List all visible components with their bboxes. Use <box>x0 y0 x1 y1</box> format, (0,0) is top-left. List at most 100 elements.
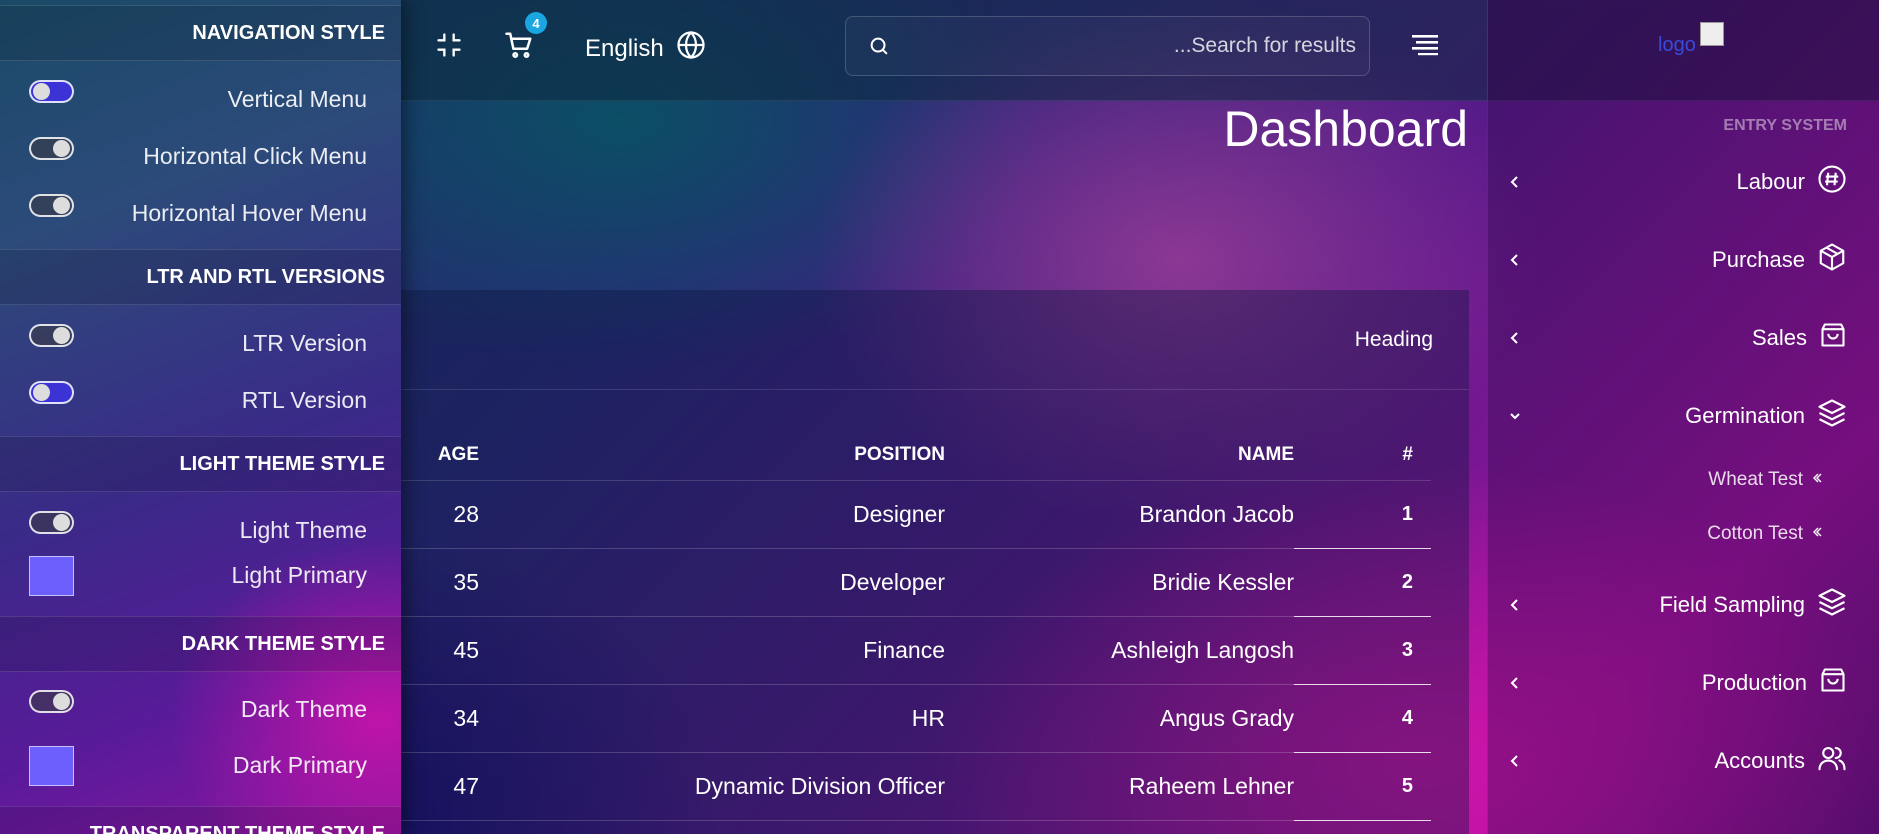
cell-number: 1 <box>1294 480 1431 549</box>
light-primary-color-swatch[interactable] <box>29 556 74 596</box>
chevron-left-icon <box>1507 326 1523 356</box>
table-row: 34 HR Angus Grady 4 <box>401 684 1431 753</box>
cell-position: Developer <box>479 548 945 617</box>
dark-theme-option: Dark Theme <box>0 690 401 730</box>
language-selector[interactable]: English <box>585 30 706 67</box>
search-icon[interactable] <box>868 35 890 62</box>
layers-icon <box>1817 398 1847 434</box>
shopping-bag-icon <box>1819 321 1847 355</box>
sidebar-section-title: ENTRY SYSTEM <box>1723 117 1847 134</box>
light-primary-option: Light Primary <box>0 556 401 596</box>
sidebar-item-sales[interactable]: Sales <box>1507 318 1847 358</box>
cell-name: Brandon Jacob <box>945 480 1294 549</box>
search-input[interactable] <box>896 17 1356 75</box>
card-heading: Heading <box>1354 327 1433 351</box>
sidebar-item-field-sampling[interactable]: Field Sampling <box>1507 585 1847 625</box>
toggle-knob <box>33 83 50 100</box>
users-icon <box>1817 743 1847 779</box>
cart-count-badge: 4 <box>525 12 547 34</box>
vertical-menu-toggle[interactable] <box>29 80 74 103</box>
shopping-bag-icon <box>1819 666 1847 700</box>
transparent-theme-heading: TRANSPARENT THEME STYLE <box>0 806 401 834</box>
menu-toggle-icon[interactable] <box>1410 32 1440 61</box>
sidebar-item-label: Production <box>1701 670 1807 695</box>
sidebar-logo-bar: logo <box>1488 0 1879 101</box>
light-theme-heading: LIGHT THEME STYLE <box>0 436 401 492</box>
sidebar-subitem-cotton-test[interactable]: Cotton Test <box>1707 523 1823 545</box>
search-box <box>845 16 1370 76</box>
sidebar-item-label: Accounts <box>1714 748 1806 773</box>
sidebar-item-label: Sales <box>1751 325 1807 350</box>
cell-number: 3 <box>1294 616 1431 685</box>
cell-name: Ashleigh Langosh <box>945 616 1294 685</box>
cell-number: 2 <box>1294 548 1431 617</box>
rtl-version-option: RTL Version <box>0 381 401 421</box>
fullscreen-exit-icon[interactable] <box>434 30 464 60</box>
sidebar-item-purchase[interactable]: Purchase <box>1507 240 1847 280</box>
sidebar-item-labour[interactable]: Labour <box>1507 162 1847 202</box>
dark-theme-label: Dark Theme <box>240 696 367 722</box>
cell-age: 34 <box>401 684 479 753</box>
cell-age: 35 <box>401 548 479 617</box>
cell-name: Bridie Kessler <box>945 548 1294 617</box>
sidebar-subitem-label: Wheat Test <box>1708 469 1803 490</box>
sidebar-item-label: Germination <box>1685 403 1805 428</box>
navigation-style-heading: NAVIGATION STYLE <box>0 5 401 61</box>
chevron-left-icon <box>1507 593 1523 623</box>
toggle-knob <box>53 514 70 531</box>
toggle-knob <box>53 693 70 710</box>
sidebar-item-accounts[interactable]: Accounts <box>1507 741 1847 781</box>
table-row: 35 Developer Bridie Kessler 2 <box>401 548 1431 617</box>
rtl-version-label: RTL Version <box>241 387 367 413</box>
sidebar-subitem-wheat-test[interactable]: Wheat Test <box>1708 469 1823 491</box>
dark-theme-toggle[interactable] <box>29 690 74 713</box>
ltr-version-toggle[interactable] <box>29 324 74 347</box>
table-header-row: AGE POSITION NAME # <box>401 430 1431 481</box>
cell-number: 5 <box>1294 752 1431 821</box>
horizontal-click-menu-toggle[interactable] <box>29 137 74 160</box>
column-header-number[interactable]: # <box>1294 430 1431 481</box>
cell-position: Dynamic Division Officer <box>479 752 945 821</box>
cart-icon[interactable] <box>504 30 534 60</box>
toggle-knob <box>33 384 50 401</box>
horizontal-hover-menu-toggle[interactable] <box>29 194 74 217</box>
light-theme-toggle[interactable] <box>29 511 74 534</box>
chevron-down-icon <box>1507 404 1523 434</box>
theme-switcher-panel: NAVIGATION STYLE Vertical Menu Horizonta… <box>0 0 401 834</box>
column-header-age[interactable]: AGE <box>401 430 479 481</box>
column-header-position[interactable]: POSITION <box>479 430 945 481</box>
vertical-menu-label: Vertical Menu <box>227 86 367 112</box>
toggle-knob <box>53 140 70 157</box>
sidebar-item-label: Labour <box>1736 169 1805 194</box>
light-theme-label: Light Theme <box>239 517 367 543</box>
dark-primary-color-swatch[interactable] <box>29 746 74 786</box>
cell-age: 28 <box>401 480 479 549</box>
cell-position: HR <box>479 684 945 753</box>
logo[interactable]: logo <box>1658 34 1696 57</box>
rtl-version-toggle[interactable] <box>29 381 74 404</box>
cell-age: 45 <box>401 616 479 685</box>
layers-icon <box>1817 587 1847 623</box>
cell-number: 4 <box>1294 684 1431 753</box>
chevron-left-icon <box>1507 248 1523 278</box>
cell-name: Angus Grady <box>945 684 1294 753</box>
toggle-knob <box>53 327 70 344</box>
sidebar-item-germination[interactable]: Germination <box>1507 396 1847 436</box>
page-title: Dashboard <box>1223 101 1468 157</box>
column-header-name[interactable]: NAME <box>945 430 1294 481</box>
ltr-version-label: LTR Version <box>242 330 367 356</box>
chevron-double-left-icon <box>1811 469 1823 491</box>
chevron-left-icon <box>1507 671 1523 701</box>
table-row: 28 Designer Brandon Jacob 1 <box>401 480 1431 549</box>
dark-theme-heading: DARK THEME STYLE <box>0 616 401 672</box>
sidebar-subitem-label: Cotton Test <box>1707 523 1803 544</box>
horizontal-click-menu-label: Horizontal Click Menu <box>143 143 367 169</box>
data-table: AGE POSITION NAME # 28 Designer Brandon … <box>401 430 1431 821</box>
dark-primary-label: Dark Primary <box>232 752 367 778</box>
vertical-menu-option: Vertical Menu <box>0 80 401 120</box>
toggle-knob <box>53 197 70 214</box>
hash-badge-icon <box>1817 164 1847 200</box>
sidebar-item-label: Field Sampling <box>1659 592 1805 617</box>
cell-age: 47 <box>401 752 479 821</box>
sidebar-item-production[interactable]: Production <box>1507 663 1847 703</box>
